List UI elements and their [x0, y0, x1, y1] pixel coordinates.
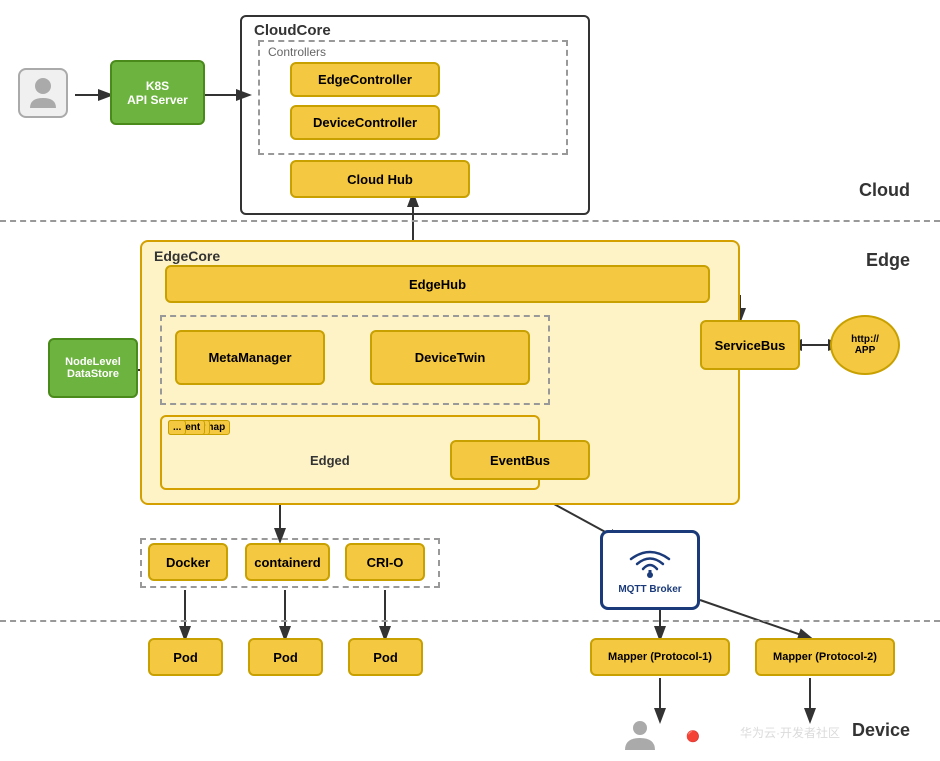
pod1-box: Pod: [148, 638, 223, 676]
edge-controller-box: EdgeController: [290, 62, 440, 97]
mapper1-box: Mapper (Protocol-1): [590, 638, 730, 676]
pod2-box: Pod: [248, 638, 323, 676]
cri-o-box: CRI-O: [345, 543, 425, 581]
cloud-label: Cloud: [859, 180, 910, 201]
device-icon-1: [620, 718, 660, 753]
watermark: 华为云·开发者社区: [740, 724, 840, 741]
meta-manager-box: MetaManager: [175, 330, 325, 385]
edgecore-title: EdgeCore: [154, 248, 220, 264]
containerd-box: containerd: [245, 543, 330, 581]
device-twin-box: DeviceTwin: [370, 330, 530, 385]
nodelevel-box: NodeLevel DataStore: [48, 338, 138, 398]
mqtt-label: MQTT Broker: [618, 584, 681, 595]
user-icon: [18, 68, 68, 118]
device-label: Device: [852, 720, 910, 741]
diagram: Cloud Edge Device K8S API Server CloudCo…: [0, 0, 940, 761]
http-app-box: http:// APP: [830, 315, 900, 375]
device-controller-box: DeviceController: [290, 105, 440, 140]
tag-etc: ...: [168, 420, 186, 435]
weibo-logo: 🔴: [686, 730, 700, 743]
edgehub-box: EdgeHub: [165, 265, 710, 303]
docker-box: Docker: [148, 543, 228, 581]
cloudcore-title: CloudCore: [254, 22, 331, 39]
servicebus-box: ServiceBus: [700, 320, 800, 370]
cloud-hub-box: Cloud Hub: [290, 160, 470, 198]
edged-label: Edged: [310, 453, 350, 468]
edge-device-divider: [0, 620, 940, 622]
cloud-edge-divider: [0, 220, 940, 222]
mapper2-box: Mapper (Protocol-2): [755, 638, 895, 676]
controllers-label: Controllers: [268, 45, 326, 59]
k8s-api-server-box: K8S API Server: [110, 60, 205, 125]
event-bus-box: EventBus: [450, 440, 590, 480]
pod3-box: Pod: [348, 638, 423, 676]
edge-label: Edge: [866, 250, 910, 271]
mqtt-box: MQTT Broker: [600, 530, 700, 610]
